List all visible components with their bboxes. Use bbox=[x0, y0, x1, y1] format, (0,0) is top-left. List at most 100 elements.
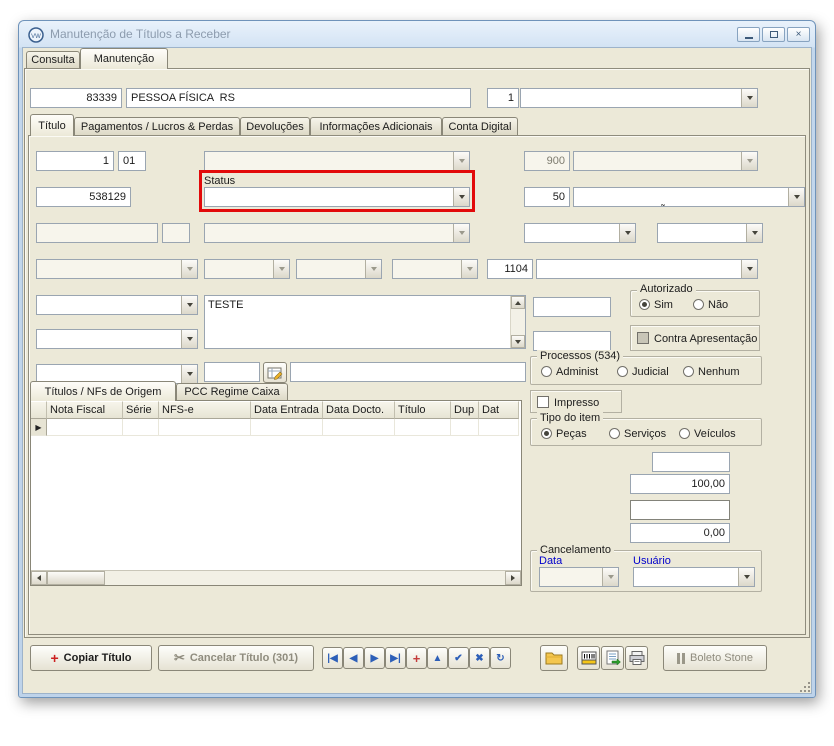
tipo-item-servicos-label[interactable]: Serviços bbox=[624, 428, 666, 440]
avalista-nome-field[interactable] bbox=[290, 362, 526, 382]
export-button[interactable] bbox=[601, 646, 624, 670]
remessa-pefin-dropdown-arrow-icon[interactable] bbox=[181, 365, 197, 383]
avalista-lookup-button[interactable] bbox=[263, 362, 287, 383]
historico-memo[interactable]: TESTE bbox=[204, 295, 526, 349]
processos-administ-label[interactable]: Administ bbox=[556, 366, 598, 378]
nav-next-button[interactable]: ▶ bbox=[364, 647, 385, 669]
tab-titulo[interactable]: Título bbox=[30, 114, 74, 136]
revenda-code-field[interactable]: 1 bbox=[487, 88, 519, 108]
grid-hscrollbar[interactable] bbox=[31, 570, 521, 585]
impresso-checkbox[interactable] bbox=[537, 396, 549, 408]
base-impostos-field[interactable] bbox=[652, 452, 730, 472]
grid-cell[interactable] bbox=[47, 419, 123, 436]
remessa-serasa-select[interactable] bbox=[36, 329, 198, 349]
nav-edit-button[interactable]: ▲ bbox=[427, 647, 448, 669]
copiar-titulo-button[interactable]: + Copiar Título bbox=[30, 645, 152, 671]
tab-devolucoes[interactable]: Devoluções bbox=[240, 117, 310, 135]
cancelamento-usuario-dropdown-arrow-icon[interactable] bbox=[738, 568, 754, 586]
tipo-item-pecas-radio[interactable] bbox=[541, 428, 552, 439]
minimize-button[interactable] bbox=[737, 27, 760, 42]
processos-nenhum-radio[interactable] bbox=[683, 366, 694, 377]
processos-administ-radio[interactable] bbox=[541, 366, 552, 377]
print-button[interactable] bbox=[625, 646, 648, 670]
avalista-code-field[interactable] bbox=[204, 362, 260, 382]
nav-prior-button[interactable]: ◀ bbox=[343, 647, 364, 669]
grid-col-data-entrada[interactable]: Data Entrada bbox=[251, 401, 323, 419]
processos-judicial-label[interactable]: Judicial bbox=[632, 366, 669, 378]
historico-scrollbar[interactable] bbox=[510, 296, 525, 348]
tab-consulta[interactable]: Consulta bbox=[26, 51, 80, 68]
operacao-field[interactable]: 538129 bbox=[36, 187, 131, 207]
nav-insert-button[interactable]: + bbox=[406, 647, 427, 669]
impresso-label[interactable]: Impresso bbox=[554, 397, 599, 409]
tab-pcc-regime-caixa[interactable]: PCC Regime Caixa bbox=[176, 383, 288, 400]
close-button[interactable]: × bbox=[787, 27, 810, 42]
titulo-parcela-field[interactable]: 01 bbox=[118, 151, 146, 171]
grid-row[interactable]: ▶ bbox=[31, 419, 521, 436]
remessa-serasa-dropdown-arrow-icon[interactable] bbox=[181, 330, 197, 348]
boleto-button[interactable] bbox=[577, 646, 600, 670]
grid-cell[interactable] bbox=[395, 419, 451, 436]
origem-select[interactable]: VENDA - FATURAMENTO bbox=[536, 259, 758, 279]
tipo-item-veiculos-label[interactable]: Veículos bbox=[694, 428, 736, 440]
autorizado-nao-radio[interactable] bbox=[693, 299, 704, 310]
grid-col-dat[interactable]: Dat bbox=[479, 401, 519, 419]
scroll-up-icon[interactable] bbox=[511, 296, 525, 309]
valor-titulo-field[interactable]: 100,00 bbox=[630, 474, 730, 494]
tab-informacoes-adicionais[interactable]: Informações Adicionais bbox=[310, 117, 442, 135]
revenda-dropdown-arrow-icon[interactable] bbox=[741, 89, 757, 107]
scroll-left-icon[interactable] bbox=[31, 571, 47, 585]
controle-bancario-dropdown-arrow-icon[interactable] bbox=[181, 296, 197, 314]
grid-col-nota-fiscal[interactable]: Nota Fiscal bbox=[47, 401, 123, 419]
grid-hscroll-thumb[interactable] bbox=[47, 571, 105, 585]
localizacao-select[interactable] bbox=[657, 223, 763, 243]
grid-col-nfse[interactable]: NFS-e bbox=[159, 401, 251, 419]
grid-cell[interactable] bbox=[159, 419, 251, 436]
origem-code-field[interactable]: 1104 bbox=[487, 259, 533, 279]
cancelamento-data-field[interactable]: __/__/____ bbox=[539, 567, 619, 587]
indice-select[interactable] bbox=[524, 223, 636, 243]
grid-col-data-docto[interactable]: Data Docto. bbox=[323, 401, 395, 419]
open-folder-button[interactable] bbox=[540, 645, 568, 671]
iss-retido-field[interactable] bbox=[533, 331, 611, 351]
tipo-item-pecas-label[interactable]: Peças bbox=[556, 428, 587, 440]
outras-desp-field[interactable] bbox=[630, 500, 730, 520]
maximize-button[interactable] bbox=[762, 27, 785, 42]
indice-dropdown-arrow-icon[interactable] bbox=[619, 224, 635, 242]
nav-last-button[interactable]: ▶| bbox=[385, 647, 406, 669]
grid-cell[interactable] bbox=[451, 419, 479, 436]
tab-titulos-nfs-origem[interactable]: Títulos / NFs de Origem bbox=[30, 381, 176, 401]
processos-judicial-radio[interactable] bbox=[617, 366, 628, 377]
tipo-item-veiculos-radio[interactable] bbox=[679, 428, 690, 439]
taxa-cobranca-field[interactable] bbox=[533, 297, 611, 317]
nav-refresh-button[interactable]: ↻ bbox=[490, 647, 511, 669]
tab-conta-digital[interactable]: Conta Digital bbox=[442, 117, 518, 135]
status-select[interactable]: Pago Totalmente bbox=[204, 187, 470, 207]
grid-cell[interactable] bbox=[123, 419, 159, 436]
nav-first-button[interactable]: |◀ bbox=[322, 647, 343, 669]
grid-cell[interactable] bbox=[251, 419, 323, 436]
tab-pagamentos[interactable]: Pagamentos / Lucros & Perdas bbox=[74, 117, 240, 135]
grid-col-titulo[interactable]: Título bbox=[395, 401, 451, 419]
codigo-cliente-field[interactable]: 83339 bbox=[30, 88, 122, 108]
autorizado-sim-label[interactable]: Sim bbox=[654, 299, 673, 311]
nav-post-button[interactable]: ✔ bbox=[448, 647, 469, 669]
controle-bancario-select[interactable] bbox=[36, 295, 198, 315]
departamento-code-field[interactable]: 50 bbox=[524, 187, 570, 207]
departamento-select[interactable]: ADMINISTRAÇÃO bbox=[573, 187, 805, 207]
grid-col-dup[interactable]: Dup bbox=[451, 401, 479, 419]
status-dropdown-arrow-icon[interactable] bbox=[453, 188, 469, 206]
departamento-dropdown-arrow-icon[interactable] bbox=[788, 188, 804, 206]
contra-apresentacao-checkbox[interactable] bbox=[637, 332, 649, 344]
localizacao-dropdown-arrow-icon[interactable] bbox=[746, 224, 762, 242]
autorizado-nao-label[interactable]: Não bbox=[708, 299, 728, 311]
grid-cell[interactable] bbox=[479, 419, 519, 436]
scroll-down-icon[interactable] bbox=[511, 335, 525, 348]
cancelamento-data-dropdown-arrow-icon[interactable] bbox=[602, 568, 618, 586]
autorizado-sim-radio[interactable] bbox=[639, 299, 650, 310]
grid-cell[interactable] bbox=[323, 419, 395, 436]
revenda-select[interactable]: LINX bbox=[520, 88, 758, 108]
nome-field[interactable]: PESSOA FÍSICA RS bbox=[126, 88, 471, 108]
tipo-item-servicos-radio[interactable] bbox=[609, 428, 620, 439]
tipo-select[interactable]: Contas a Receber bbox=[204, 151, 470, 171]
